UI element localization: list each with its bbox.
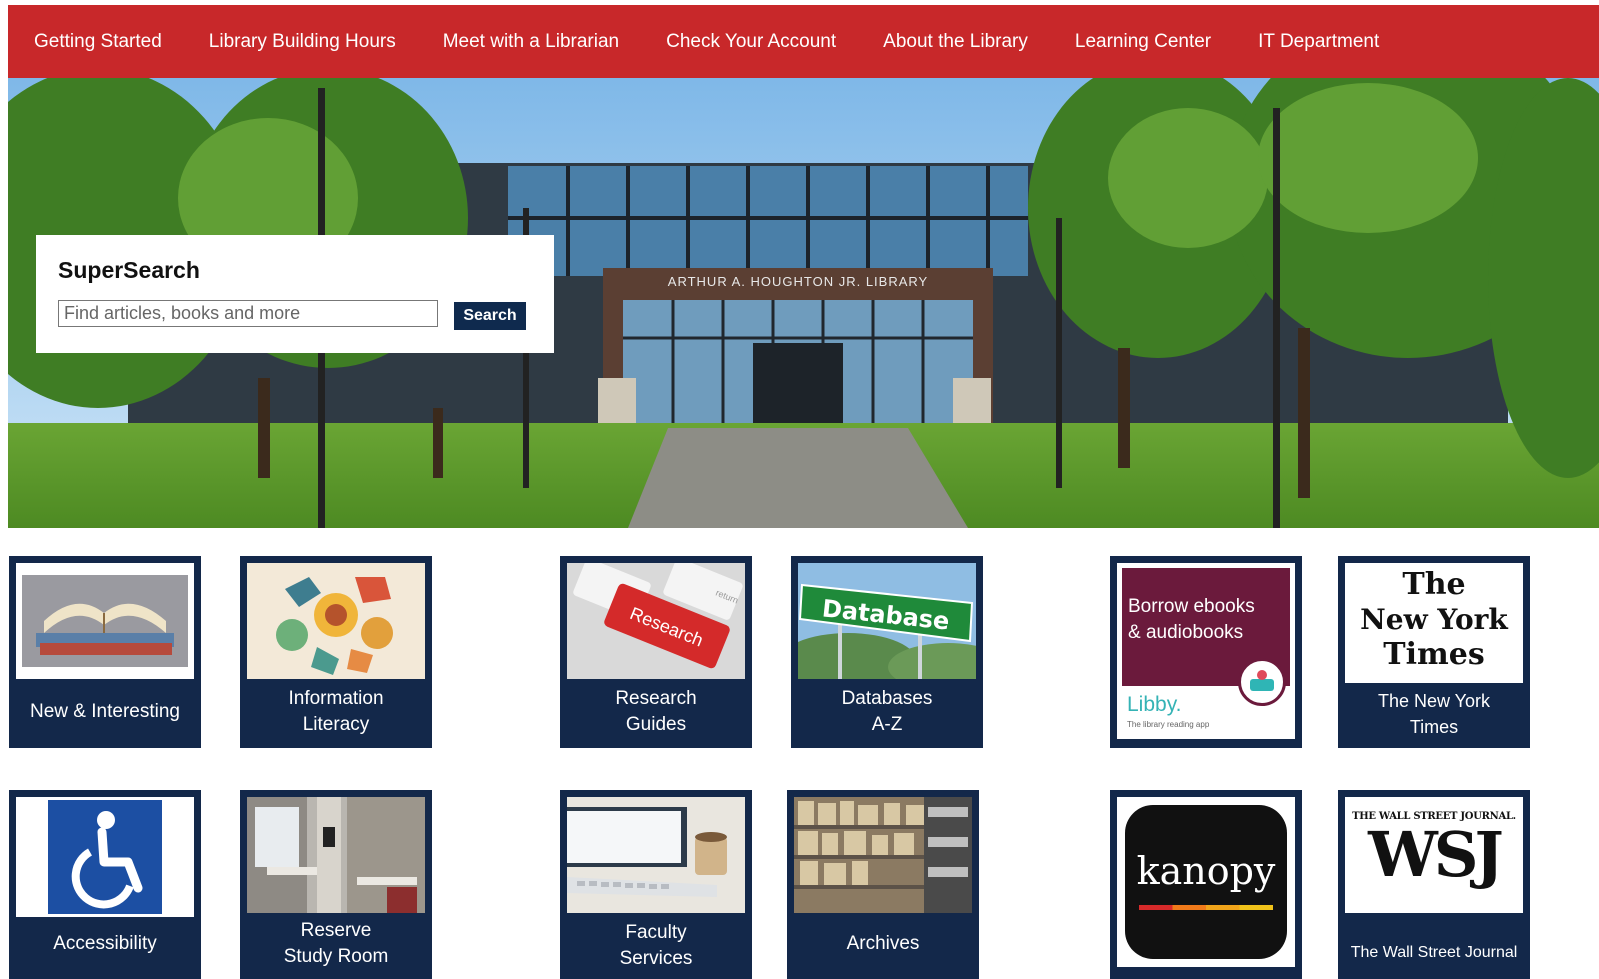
tile-label: Research Guides bbox=[560, 686, 752, 738]
open-book-image bbox=[16, 563, 194, 679]
kanopy-logo: kanopy bbox=[1117, 797, 1295, 967]
nav-library-building-hours[interactable]: Library Building Hours bbox=[209, 31, 396, 53]
kanopy-wordmark: kanopy bbox=[1136, 849, 1276, 893]
top-nav: Getting Started Library Building Hours M… bbox=[8, 5, 1599, 78]
hero-image: ARTHUR A. HOUGHTON JR. LIBRARY SuperSear… bbox=[8, 78, 1599, 528]
tile-label: Archives bbox=[846, 933, 920, 954]
nyt-logo: The New York Times bbox=[1345, 563, 1523, 683]
tile-label-line1: The New York bbox=[1377, 691, 1491, 711]
tile-label-line2: Literacy bbox=[302, 714, 370, 735]
tile-label: New & Interesting bbox=[30, 701, 180, 722]
tile-label-line1: Reserve bbox=[300, 920, 372, 941]
tile-label: Reserve Study Room bbox=[240, 918, 432, 970]
tile-label: The Wall Street Journal bbox=[1350, 944, 1518, 961]
tile-label-line2: A-Z bbox=[871, 714, 903, 735]
libby-brand: Libby. bbox=[1127, 693, 1182, 716]
supersearch-box: SuperSearch Search bbox=[36, 235, 554, 353]
wheelchair-icon bbox=[48, 800, 162, 914]
tile-reserve-study-room[interactable]: Reserve Study Room bbox=[240, 790, 432, 979]
libby-line2: & audiobooks bbox=[1128, 622, 1244, 643]
nav-it-department[interactable]: IT Department bbox=[1258, 31, 1379, 53]
research-key-image: Research return bbox=[567, 563, 745, 679]
tile-label: Databases A-Z bbox=[791, 686, 983, 738]
tile-label: The New York Times bbox=[1338, 688, 1530, 740]
nav-learning-center[interactable]: Learning Center bbox=[1075, 31, 1211, 53]
tile-wall-street-journal[interactable]: THE WALL STREET JOURNAL. WSJ The Wall St… bbox=[1338, 790, 1530, 979]
tile-label-line2: Services bbox=[619, 948, 693, 969]
tile-information-literacy[interactable]: Information Literacy bbox=[240, 556, 432, 748]
tile-label-line1: Research bbox=[615, 688, 697, 709]
tile-new-interesting[interactable]: New & Interesting bbox=[9, 556, 201, 748]
search-input[interactable] bbox=[58, 300, 438, 327]
tile-kanopy[interactable]: kanopy bbox=[1110, 790, 1302, 979]
accessibility-image bbox=[16, 797, 194, 917]
building-sign: ARTHUR A. HOUGHTON JR. LIBRARY bbox=[668, 274, 928, 289]
tile-accessibility[interactable]: Accessibility bbox=[9, 790, 201, 979]
information-literacy-illustration bbox=[247, 563, 425, 679]
nav-getting-started[interactable]: Getting Started bbox=[34, 31, 162, 53]
nav-about-the-library[interactable]: About the Library bbox=[883, 31, 1028, 53]
kanopy-color-bar bbox=[1139, 905, 1273, 910]
nyt-logo-line3: Times bbox=[1383, 637, 1485, 672]
kanopy-badge: kanopy bbox=[1125, 805, 1287, 959]
nav-check-your-account[interactable]: Check Your Account bbox=[666, 31, 836, 53]
tile-label-line1: Databases bbox=[841, 688, 933, 709]
tile-archives[interactable]: Archives bbox=[787, 790, 979, 979]
database-sign-image: Database bbox=[798, 563, 976, 679]
nyt-logo-line1: The bbox=[1402, 567, 1466, 602]
tile-label-line1: Faculty bbox=[625, 922, 687, 943]
tile-label-line2: Study Room bbox=[283, 946, 389, 967]
tile-libby[interactable]: Borrow ebooks & audiobooks Libby. The li… bbox=[1110, 556, 1302, 748]
nav-meet-with-librarian[interactable]: Meet with a Librarian bbox=[443, 31, 619, 53]
faculty-desk-image bbox=[567, 797, 745, 913]
supersearch-title: SuperSearch bbox=[58, 257, 200, 283]
nyt-logo-line2: New York bbox=[1360, 603, 1508, 636]
libby-line1: Borrow ebooks bbox=[1128, 596, 1255, 617]
search-button[interactable]: Search bbox=[454, 302, 526, 330]
tile-label-line1: Information bbox=[288, 688, 384, 709]
tile-faculty-services[interactable]: Faculty Services bbox=[560, 790, 752, 979]
wsj-wordmark: WSJ bbox=[1368, 818, 1504, 891]
libby-icon bbox=[1238, 658, 1286, 706]
tile-research-guides[interactable]: Research return Research Guides bbox=[560, 556, 752, 748]
libby-banner: Borrow ebooks & audiobooks Libby. The li… bbox=[1117, 563, 1295, 739]
tile-label: Accessibility bbox=[53, 933, 157, 954]
tile-new-york-times[interactable]: The New York Times The New York Times bbox=[1338, 556, 1530, 748]
study-room-image bbox=[247, 797, 425, 913]
tile-label: Information Literacy bbox=[240, 686, 432, 738]
wsj-logo: THE WALL STREET JOURNAL. WSJ bbox=[1345, 797, 1523, 913]
tile-label-line2: Times bbox=[1409, 717, 1459, 737]
libby-tagline: The library reading app bbox=[1127, 720, 1210, 729]
tile-label: Faculty Services bbox=[560, 920, 752, 972]
tile-databases-a-z[interactable]: Database Databases A-Z bbox=[791, 556, 983, 748]
tile-label-line2: Guides bbox=[625, 714, 687, 735]
archives-shelves-image bbox=[794, 797, 972, 913]
